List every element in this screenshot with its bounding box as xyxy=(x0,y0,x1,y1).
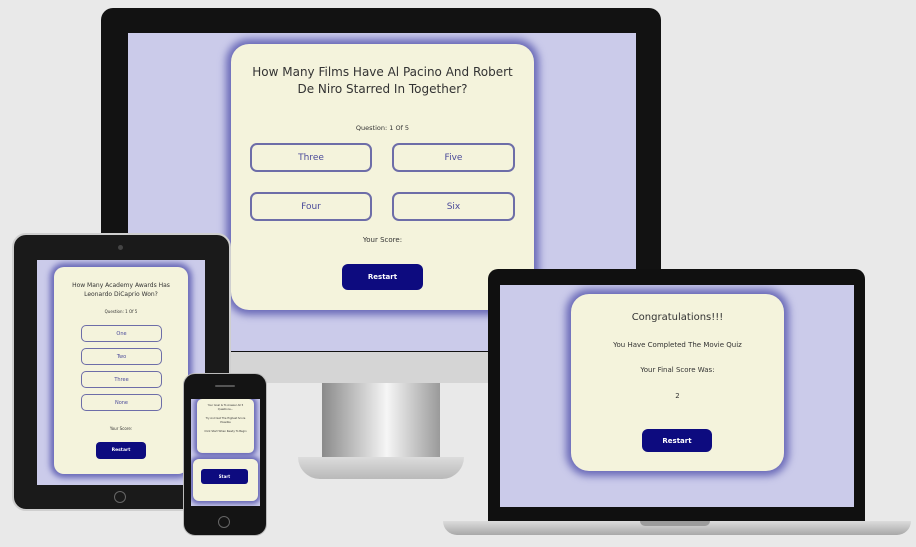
phone-home-button[interactable] xyxy=(218,516,230,528)
laptop-restart-button[interactable]: Restart xyxy=(642,429,712,452)
tablet-option-two[interactable]: Two xyxy=(81,348,162,365)
answer-option-three[interactable]: Three xyxy=(250,143,372,172)
phone-line-1: Your Goal Is To Answer All 5 Questions..… xyxy=(207,404,244,411)
monitor-stand xyxy=(322,380,440,460)
phone-line-2: Try And Get The Highest Score Possible xyxy=(205,417,246,424)
tablet-option-one[interactable]: One xyxy=(81,325,162,342)
tablet-option-three[interactable]: Three xyxy=(81,371,162,388)
phone-welcome-card: Your Goal Is To Answer All 5 Questions..… xyxy=(197,399,254,453)
monitor-base xyxy=(298,457,464,479)
tablet-score-label: Your Score: xyxy=(109,426,133,431)
answer-option-five[interactable]: Five xyxy=(392,143,515,172)
score-label: Your Score: xyxy=(362,236,403,244)
phone-start-button[interactable]: Start xyxy=(201,469,248,484)
phone-screen: Your Goal Is To Answer All 5 Questions..… xyxy=(191,399,260,506)
tablet-option-none[interactable]: None xyxy=(81,394,162,411)
phone-line-3: Click Start When Ready To Begin xyxy=(204,430,247,433)
tablet-question-progress: Question: 1 Of 5 xyxy=(104,309,138,314)
laptop-notch xyxy=(640,521,710,526)
final-score-value: 2 xyxy=(675,392,680,400)
restart-button[interactable]: Restart xyxy=(342,264,423,290)
laptop-screen: Congratulations!!! You Have Completed Th… xyxy=(500,285,854,507)
completion-message: You Have Completed The Movie Quiz xyxy=(613,341,742,349)
desktop-quiz-card: How Many Films Have Al Pacino And Robert… xyxy=(231,44,534,310)
question-text: How Many Films Have Al Pacino And Robert… xyxy=(252,65,513,96)
laptop-result-card: Congratulations!!! You Have Completed Th… xyxy=(571,294,784,471)
answer-option-four[interactable]: Four xyxy=(250,192,372,221)
tablet-restart-button[interactable]: Restart xyxy=(96,442,146,459)
phone-start-card: Start xyxy=(193,459,258,501)
tablet-home-button[interactable] xyxy=(114,491,126,503)
answer-option-six[interactable]: Six xyxy=(392,192,515,221)
final-score-label: Your Final Score Was: xyxy=(640,366,715,374)
tablet-camera xyxy=(118,245,123,250)
tablet-screen: How Many Academy Awards Has Leonardo DiC… xyxy=(37,260,205,485)
question-progress: Question: 1 Of 5 xyxy=(355,124,410,132)
tablet-question-text: How Many Academy Awards Has Leonardo DiC… xyxy=(72,282,170,298)
congrats-heading: Congratulations!!! xyxy=(631,312,724,323)
tablet-quiz-card: How Many Academy Awards Has Leonardo DiC… xyxy=(54,267,188,474)
phone-speaker xyxy=(215,385,235,387)
